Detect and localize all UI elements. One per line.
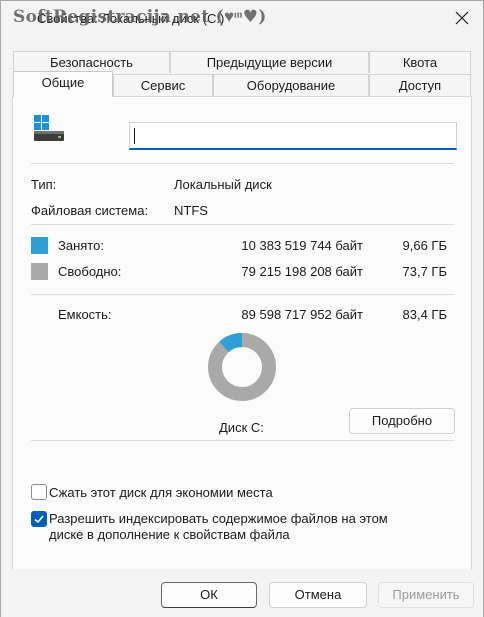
used-bytes: 10 383 519 744 байт — [241, 238, 363, 253]
close-icon — [455, 11, 469, 25]
checkmark-icon — [34, 515, 44, 524]
divider — [31, 224, 454, 225]
capacity-bytes: 89 598 717 952 байт — [241, 307, 363, 322]
tab-hardware[interactable]: Оборудование — [213, 74, 369, 96]
capacity-gb: 83,4 ГБ — [402, 307, 447, 322]
disk-label: Диск C: — [219, 420, 264, 435]
compress-checkbox[interactable] — [31, 484, 47, 500]
used-swatch — [31, 237, 48, 254]
tab-quota[interactable]: Квота — [369, 51, 471, 73]
free-bytes: 79 215 198 208 байт — [241, 264, 363, 279]
free-gb: 73,7 ГБ — [402, 264, 447, 279]
divider — [31, 440, 454, 441]
dialog-footer: ОК Отмена Применить — [1, 569, 483, 617]
used-label: Занято: — [58, 238, 104, 253]
apply-button[interactable]: Применить — [378, 582, 474, 608]
index-label-line2[interactable]: диске в дополнение к свойствам файла — [49, 527, 290, 542]
tab-previous-versions[interactable]: Предыдущие версии — [170, 51, 369, 73]
capacity-label: Емкость: — [58, 307, 112, 322]
type-label: Тип: — [31, 177, 57, 192]
divider — [31, 163, 454, 164]
index-label-line1[interactable]: Разрешить индексировать содержимое файло… — [49, 511, 388, 526]
drive-name-input[interactable] — [129, 122, 457, 150]
tab-sharing[interactable]: Доступ — [369, 74, 471, 96]
general-panel: Тип: Локальный диск Файловая система: NT… — [12, 96, 472, 570]
usage-donut-chart — [207, 332, 277, 402]
filesystem-value: NTFS — [174, 203, 208, 218]
details-button[interactable]: Подробно — [349, 408, 455, 434]
free-label: Свободно: — [58, 264, 122, 279]
close-button[interactable] — [449, 5, 475, 31]
donut-free-ring — [208, 333, 276, 401]
filesystem-label: Файловая система: — [31, 203, 149, 218]
tab-security[interactable]: Безопасность — [13, 51, 170, 73]
type-value: Локальный диск — [174, 177, 272, 192]
used-gb: 9,66 ГБ — [402, 238, 447, 253]
tab-general[interactable]: Общие — [13, 71, 113, 97]
compress-label[interactable]: Сжать этот диск для экономии места — [49, 485, 273, 500]
tab-service[interactable]: Сервис — [113, 74, 213, 96]
properties-window: Свойства: Локальный диск (C:) SoftRegist… — [0, 0, 484, 617]
text-caret — [134, 128, 135, 144]
donut-used-arc — [219, 333, 243, 353]
divider — [31, 294, 454, 295]
drive-icon — [34, 115, 64, 141]
index-checkbox[interactable] — [31, 511, 47, 527]
cancel-button[interactable]: Отмена — [269, 582, 367, 608]
title-bar[interactable]: Свойства: Локальный диск (C:) SoftRegist… — [1, 1, 483, 35]
ok-button[interactable]: ОК — [161, 582, 257, 608]
free-swatch — [31, 263, 48, 280]
watermark: SoftRegistracija.net (♥ͫ♥) — [13, 7, 267, 27]
